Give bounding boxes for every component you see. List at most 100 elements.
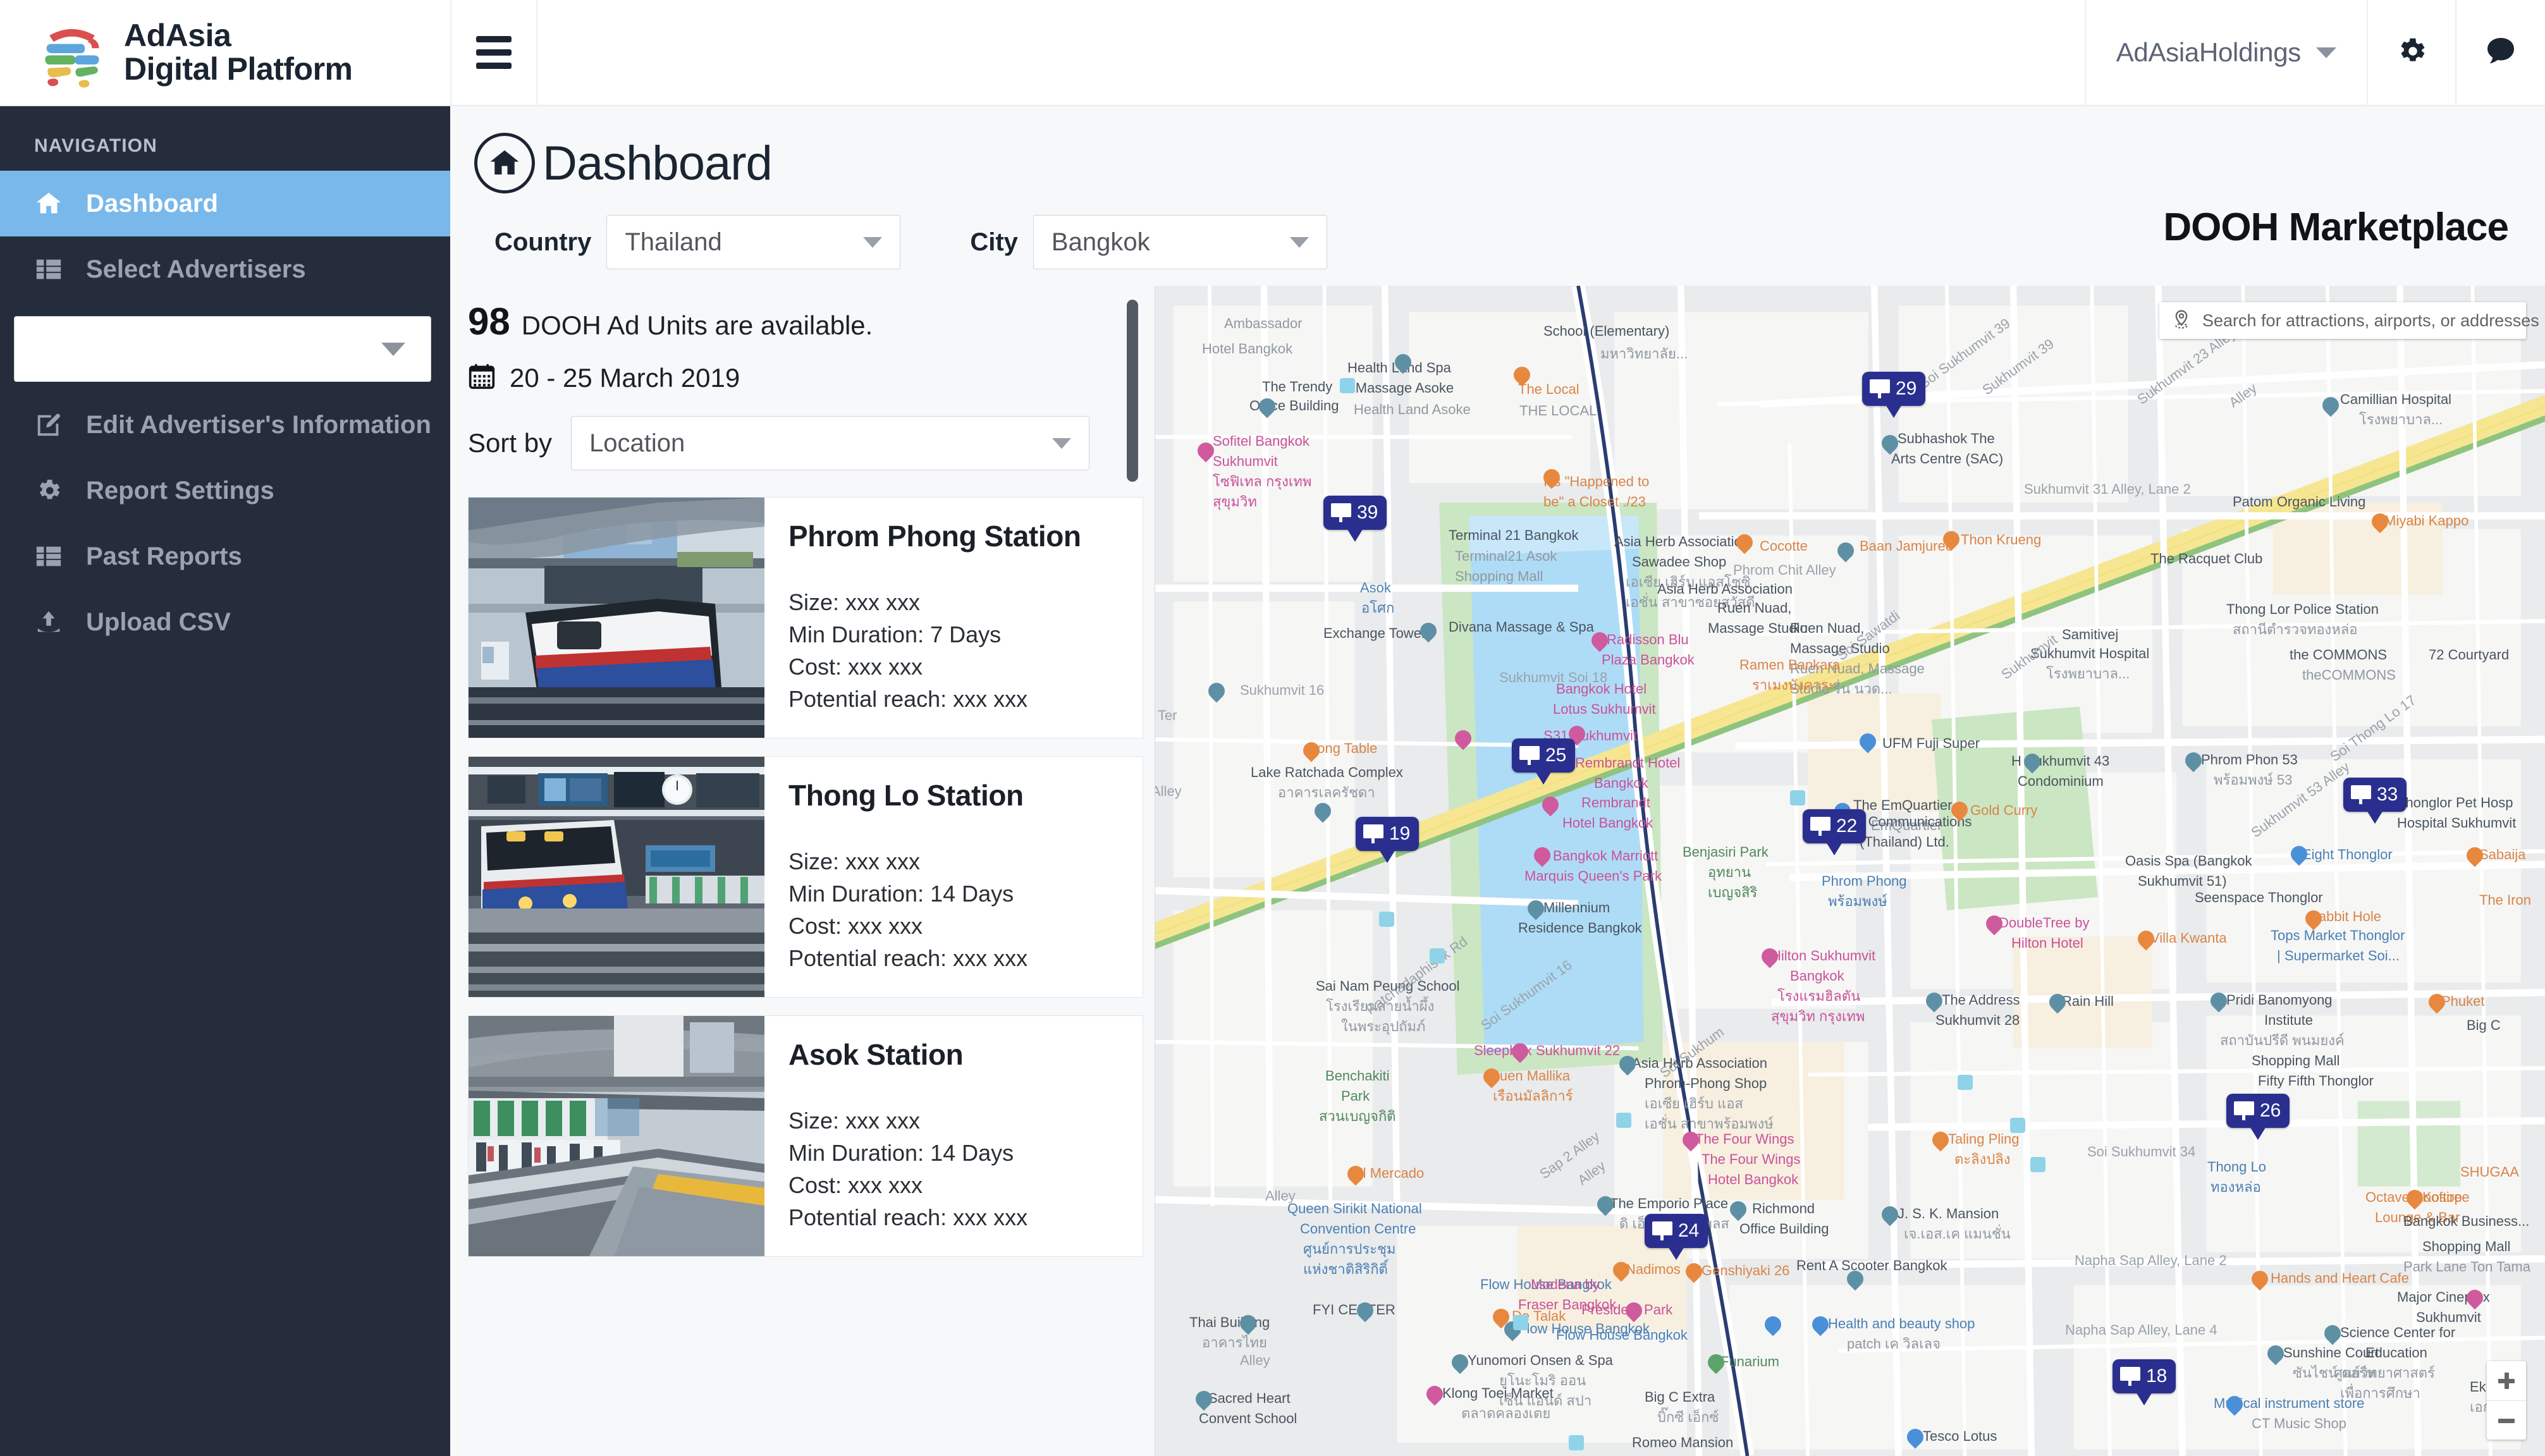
map-label: Phrom Phong [1822,873,1907,889]
map-ad-unit-marker[interactable]: 18 [2113,1359,2176,1405]
map-label: Napha Sap Alley, Lane 2 [2075,1252,2227,1268]
sidebar-item-label: Edit Advertiser's Information [86,410,431,439]
map-label: Sukhumvit [1213,453,1278,469]
listing-specs: Size: xxx xxx Min Duration: 14 Days Cost… [788,845,1143,974]
listing-size: Size: xxx xxx [788,589,921,615]
marker-badge[interactable]: 26 [2226,1094,2290,1140]
map-label: Hands and Heart Cafe [2271,1270,2409,1286]
map-label: DoubleTree by [1999,915,2090,931]
map-poi-pin-icon [1679,1128,1703,1152]
marker-badge[interactable]: 33 [2343,778,2407,824]
map-ad-unit-marker[interactable]: 19 [1356,817,1420,863]
map-ad-unit-marker[interactable]: 39 [1323,496,1387,542]
plus-icon [2498,1373,2515,1389]
map-label: Millennium [1543,900,1610,915]
marker-badge[interactable]: 39 [1323,496,1387,542]
map-label: Napha Sap Alley, Lane 4 [2065,1322,2217,1338]
country-filter: Country Thailand [494,215,901,269]
filters-row: Country Thailand City Bangkok DOOH Marke… [474,193,2545,269]
map-label: Residence Bangkok [1518,920,1642,936]
map-label: เรือนมัลลิการ์ [1493,1088,1573,1104]
map-label: Asia Herb Association [1614,534,1750,549]
body-row: NAVIGATION Dashboard Select Advertisers [0,106,2545,1456]
map-ad-unit-marker[interactable]: 29 [1862,372,1926,418]
map-poi-pin-icon [2321,1321,2345,1345]
map-label: อุทยาน [1708,864,1751,880]
country-select[interactable]: Thailand [606,215,901,269]
map-poi-pin-icon [1480,1065,1504,1089]
listing-card[interactable]: Phrom Phong Station Size: xxx xxx Min Du… [468,497,1143,738]
org-switcher[interactable]: AdAsiaHoldings [2084,0,2368,105]
marker-badge[interactable]: 19 [1356,817,1420,863]
map-ad-unit-marker[interactable]: 22 [1803,809,1867,855]
map-transit-icon [1340,378,1355,393]
listing-cards: Phrom Phong Station Size: xxx xxx Min Du… [459,497,1155,1257]
chat-bubble-icon [2483,34,2518,72]
map-label: Subhashok The [1898,431,1995,446]
date-range-row: 20 - 25 March 2019 [468,362,1155,393]
map-transit-icon [1430,948,1445,964]
map-label: Shopping Mall [1455,568,1543,584]
marker-badge[interactable]: 25 [1512,738,1576,785]
map-label: Arts Centre (SAC) [1891,451,2004,467]
map-search-box[interactable]: Search for attractions, airports, or add… [2159,302,2539,339]
map-label: CT Music Shop [2252,1416,2346,1431]
marker-badge[interactable]: 29 [1862,372,1926,418]
map-ad-unit-marker[interactable]: 24 [1645,1214,1708,1260]
listing-card[interactable]: Thong Lo Station Size: xxx xxx Min Durat… [468,756,1143,998]
listings-scrollbar[interactable] [1127,300,1138,482]
map-poi-pin-icon [2463,843,2487,867]
listing-title: Asok Station [788,1038,964,1071]
city-label: City [970,228,1018,256]
map-label: FYI CENTER [1313,1302,1395,1318]
map-ad-unit-marker[interactable]: 33 [2343,778,2407,824]
chevron-down-icon [2316,47,2336,58]
map-label: ศูนย์การประชุม [1303,1241,1396,1257]
city-select[interactable]: Bangkok [1033,215,1327,269]
sidebar-item-upload-csv[interactable]: Upload CSV [0,589,450,655]
map-label: Phrom Phon 53 [2201,752,2298,768]
map-transit-icon [2030,1157,2045,1172]
listing-card[interactable]: Asok Station Size: xxx xxx Min Duration:… [468,1015,1143,1257]
chat-button[interactable] [2456,0,2545,105]
minus-icon [2498,1412,2515,1429]
marker-count: 19 [1389,823,1411,844]
map-ad-unit-marker[interactable]: 26 [2226,1094,2290,1140]
map-view[interactable]: Search for attractions, airports, or add… [1155,286,2545,1456]
zoom-in-button[interactable] [2487,1361,2526,1400]
marker-badge[interactable]: 24 [1645,1214,1708,1260]
map-transit-icon [1616,1113,1631,1128]
hamburger-menu-button[interactable] [450,0,537,105]
map-poi-pin-icon [1758,945,1782,969]
listing-duration: Min Duration: 14 Days [788,1140,1014,1166]
marker-count: 18 [2146,1366,2168,1386]
settings-button[interactable] [2368,0,2456,105]
advertiser-select-wrap [0,302,450,392]
map-label: Bangkok [1790,968,1844,984]
sidebar-item-dashboard[interactable]: Dashboard [0,171,450,236]
map-label: Yunomori Onsen & Spa [1468,1352,1613,1368]
advertiser-select[interactable] [14,316,431,382]
map-poi-pin-icon [2134,927,2158,951]
sidebar: NAVIGATION Dashboard Select Advertisers [0,106,450,1456]
sidebar-item-select-advertisers[interactable]: Select Advertisers [0,236,450,302]
marker-badge[interactable]: 22 [1803,809,1867,855]
map-label: Science Center for [2340,1324,2456,1340]
brand-logo-block[interactable]: AdAsia Digital Platform [0,0,450,105]
map-label: Villa Kwanta [2150,930,2227,946]
map-label: THE LOCAL [1519,403,1597,419]
map-label: Eight Thonglor [2302,847,2393,862]
sort-select[interactable]: Location [571,416,1090,470]
map-label: Shopping Mall [2252,1053,2340,1068]
map-zoom-controls [2487,1361,2526,1440]
map-label: Sleepbox Sukhumvit 22 [1474,1043,1621,1058]
sidebar-item-past-reports[interactable]: Past Reports [0,523,450,589]
map-label: Klong Toei Market [1442,1385,1554,1401]
marker-badge[interactable]: 18 [2113,1359,2176,1405]
billboard-icon [1331,503,1351,522]
sidebar-item-edit-advertiser[interactable]: Edit Advertiser's Information [0,392,450,458]
sidebar-item-report-settings[interactable]: Report Settings [0,458,450,523]
map-ad-unit-marker[interactable]: 25 [1512,738,1576,785]
chevron-down-icon [863,236,883,248]
zoom-out-button[interactable] [2487,1400,2526,1440]
